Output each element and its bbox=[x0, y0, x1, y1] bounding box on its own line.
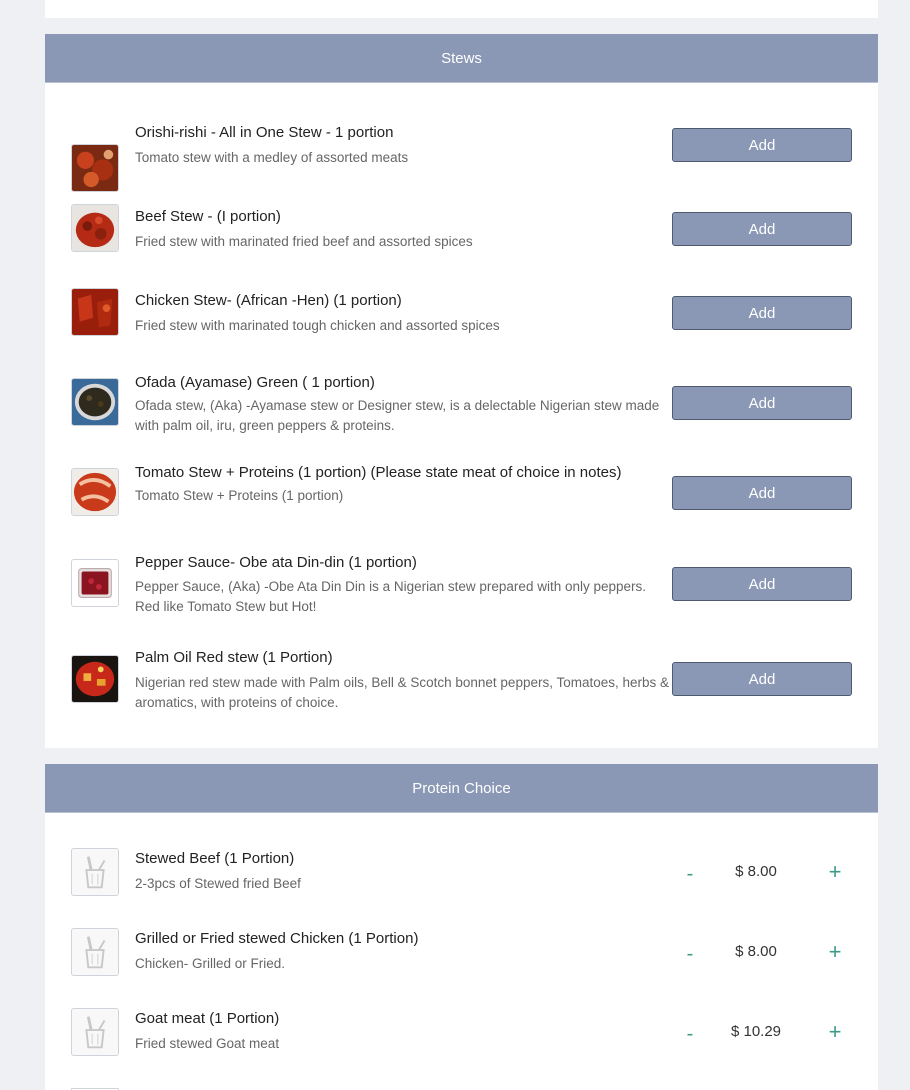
item-title: Pepper Sauce- Obe ata Din-din (1 portion… bbox=[135, 554, 417, 571]
add-button[interactable]: Add bbox=[672, 662, 852, 696]
item-photo[interactable] bbox=[71, 655, 119, 703]
add-button[interactable]: Add bbox=[672, 386, 852, 420]
item-description: 2-3pcs of Stewed fried Beef bbox=[135, 876, 301, 891]
add-button[interactable]: Add bbox=[672, 476, 852, 510]
previous-section-card bbox=[45, 0, 878, 18]
item-description: Chicken- Grilled or Fried. bbox=[135, 956, 286, 971]
stews-section-header[interactable]: Stews bbox=[45, 34, 878, 83]
item-description: Tomato stew with a medley of assorted me… bbox=[135, 150, 409, 165]
item-description: Fried stew with marinated tough chicken … bbox=[135, 318, 500, 333]
protein-section-header[interactable]: Protein Choice bbox=[45, 764, 878, 813]
add-button[interactable]: Add bbox=[672, 567, 852, 601]
item-title: Goat meat (1 Portion) bbox=[135, 1010, 280, 1027]
basket-icon bbox=[71, 1008, 119, 1056]
item-photo[interactable] bbox=[71, 378, 119, 426]
item-photo[interactable] bbox=[71, 288, 119, 336]
item-title: Chicken Stew- (African -Hen) (1 portion) bbox=[135, 292, 402, 309]
increase-quantity-button[interactable]: + bbox=[825, 1021, 845, 1043]
item-description: Fried stewed Goat meat bbox=[135, 1036, 280, 1051]
item-title: Ofada (Ayamase) Green ( 1 portion) bbox=[135, 374, 375, 391]
item-description: Tomato Stew + Proteins (1 portion) bbox=[135, 488, 344, 503]
item-title: Tomato Stew + Proteins (1 portion) (Plea… bbox=[135, 464, 622, 481]
item-description: Ofada stew, (Aka) -Ayamase stew or Desig… bbox=[135, 398, 660, 433]
item-title: Orishi-rishi - All in One Stew - 1 porti… bbox=[135, 124, 394, 141]
decrease-quantity-button[interactable]: - bbox=[682, 944, 698, 964]
item-description: Pepper Sauce, (Aka) -Obe Ata Din Din is … bbox=[135, 579, 647, 614]
item-title: Palm Oil Red stew (1 Portion) bbox=[135, 649, 333, 666]
add-button[interactable]: Add bbox=[672, 296, 852, 330]
stews-section: Stews Orishi-rishi - All in One Stew - 1… bbox=[45, 34, 878, 748]
decrease-quantity-button[interactable]: - bbox=[682, 1024, 698, 1044]
item-photo[interactable] bbox=[71, 468, 119, 516]
item-photo[interactable] bbox=[71, 144, 119, 192]
basket-icon bbox=[71, 928, 119, 976]
item-title: Stewed Beef (1 Portion) bbox=[135, 850, 295, 867]
item-photo[interactable] bbox=[71, 204, 119, 252]
add-button[interactable]: Add bbox=[672, 128, 852, 162]
increase-quantity-button[interactable]: + bbox=[825, 941, 845, 963]
basket-icon bbox=[71, 848, 119, 896]
item-price: $ 8.00 bbox=[735, 943, 777, 960]
protein-choice-section: Protein Choice Stewed Beef (1 Portion) 2… bbox=[45, 764, 878, 1090]
item-title: Beef Stew - (I portion) bbox=[135, 208, 281, 225]
item-title: Grilled or Fried stewed Chicken (1 Porti… bbox=[135, 930, 419, 947]
increase-quantity-button[interactable]: + bbox=[825, 861, 845, 883]
item-price: $ 8.00 bbox=[735, 863, 777, 880]
item-photo[interactable] bbox=[71, 559, 119, 607]
add-button[interactable]: Add bbox=[672, 212, 852, 246]
item-description: Fried stew with marinated fried beef and… bbox=[135, 234, 473, 249]
item-description: Nigerian red stew made with Palm oils, B… bbox=[135, 675, 670, 710]
decrease-quantity-button[interactable]: - bbox=[682, 864, 698, 884]
item-price: $ 10.29 bbox=[730, 1023, 782, 1040]
